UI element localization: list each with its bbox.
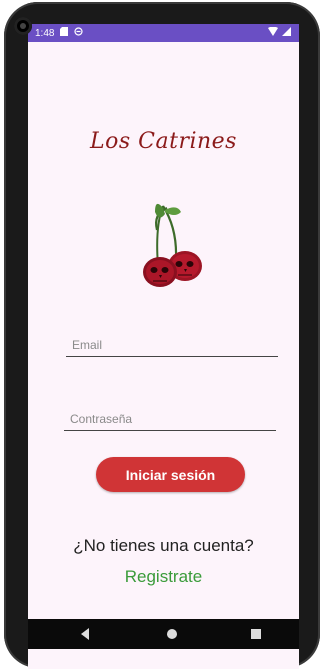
status-left: 1:48	[35, 27, 84, 39]
status-right	[268, 26, 291, 39]
home-icon[interactable]	[167, 629, 177, 639]
login-button[interactable]: Iniciar sesión	[96, 457, 245, 492]
no-disturb-icon	[74, 27, 84, 39]
sd-card-icon	[60, 27, 69, 39]
password-input[interactable]	[64, 409, 288, 429]
no-account-text: ¿No tienes una cuenta?	[73, 536, 254, 555]
password-field[interactable]	[64, 409, 288, 431]
phone-frame: 1:48 Los Catrines Email Iniciar sesión ¿…	[4, 2, 320, 669]
navigation-bar	[28, 619, 299, 649]
front-camera	[14, 17, 32, 35]
back-icon[interactable]	[81, 628, 89, 640]
app-title: Los Catrines	[90, 129, 237, 154]
recents-icon[interactable]	[251, 629, 261, 639]
signal-icon	[282, 27, 291, 39]
email-input[interactable]	[66, 335, 290, 355]
app-screen: 1:48 Los Catrines Email Iniciar sesión ¿…	[28, 24, 299, 669]
register-link[interactable]: Registrate	[28, 567, 299, 587]
cherry-skull-logo	[133, 196, 207, 288]
status-bar: 1:48	[28, 24, 299, 42]
status-time: 1:48	[35, 27, 55, 39]
email-field[interactable]	[66, 335, 290, 357]
wifi-icon	[268, 26, 278, 39]
